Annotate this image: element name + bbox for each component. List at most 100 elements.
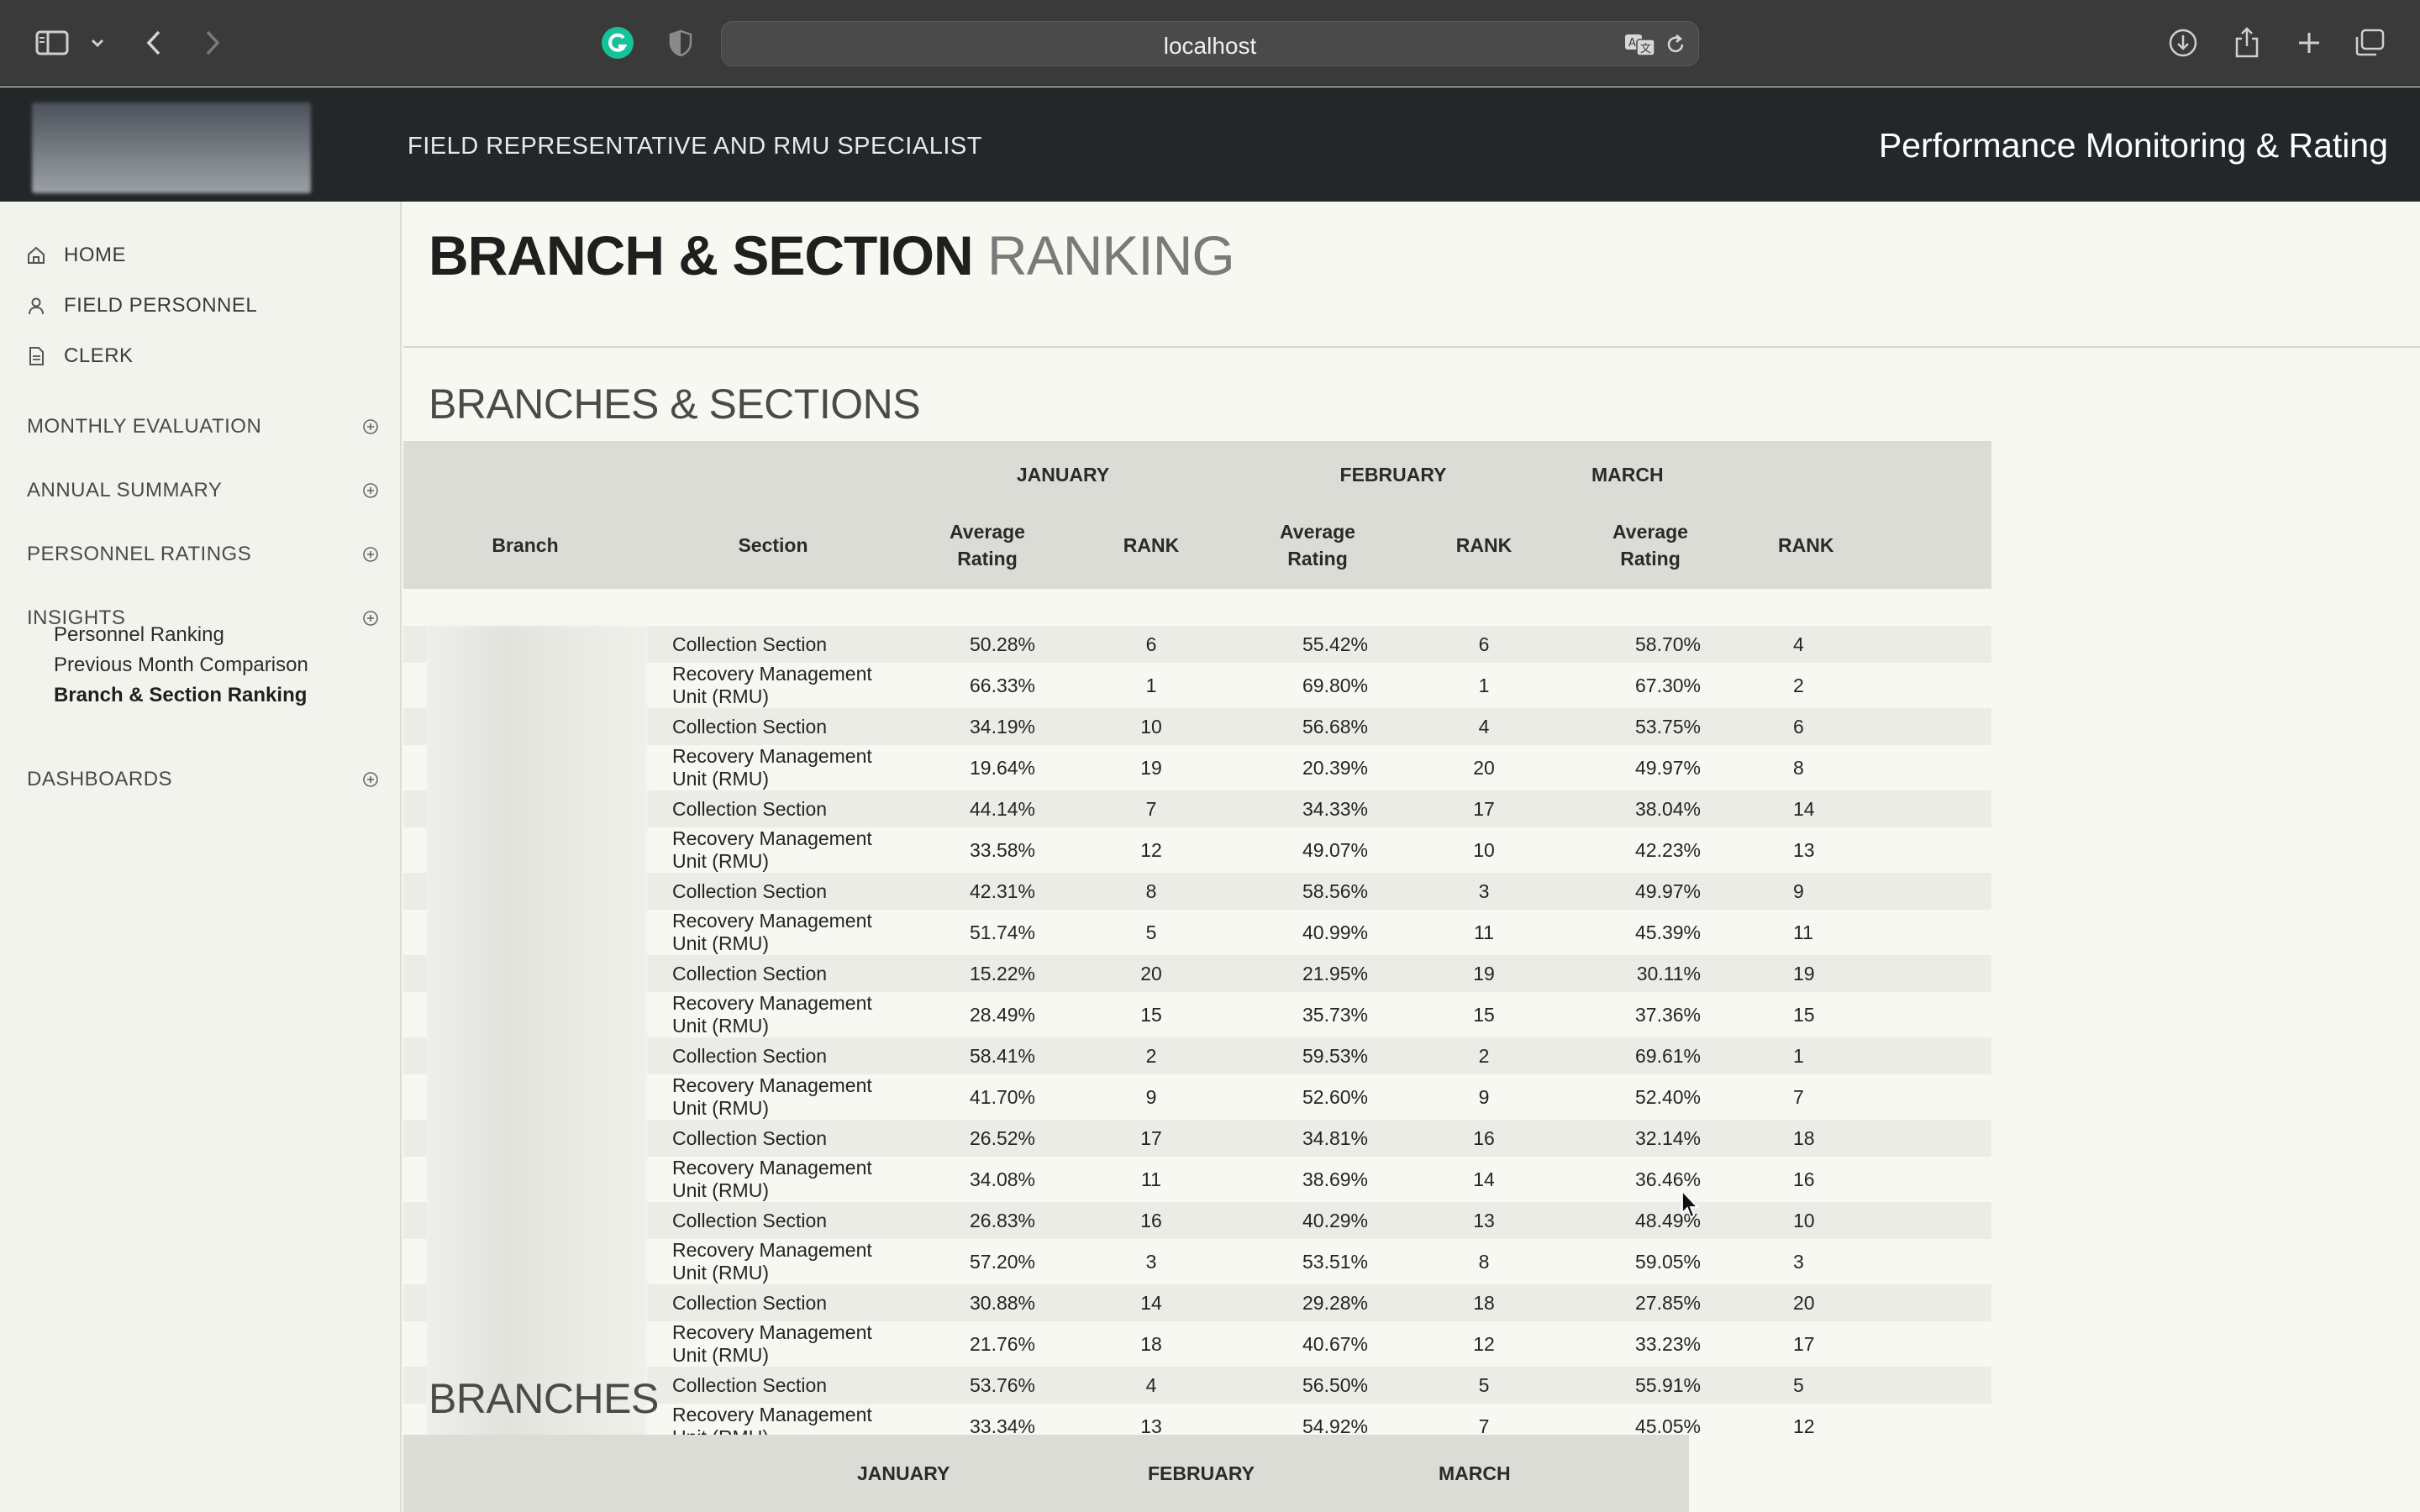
mar-average-cell: 45.39% — [1560, 910, 1741, 955]
sidebar-section-dashboards[interactable]: DASHBOARDS — [27, 763, 380, 796]
row-edge — [403, 663, 427, 708]
translate-icon[interactable]: A文 — [1624, 32, 1656, 57]
sidebar-item-branch-section-ranking[interactable]: Branch & Section Ranking — [54, 684, 307, 707]
section-cell: Collection Section — [647, 1120, 899, 1157]
row-edge — [403, 955, 427, 992]
feb-average-cell: 53.51% — [1227, 1239, 1408, 1284]
section-cell: Recovery Management Unit (RMU) — [647, 992, 899, 1037]
month-header-january: JANUARY — [899, 441, 1227, 501]
sidebar-toggle-icon[interactable] — [32, 25, 72, 60]
mouse-cursor — [1681, 1189, 1701, 1224]
expand-plus-icon[interactable] — [361, 417, 380, 436]
mar-rank-cell: 3 — [1741, 1239, 1991, 1284]
mar-rank-cell: 8 — [1741, 745, 1991, 790]
sidebar-item-previous-month-comparison[interactable]: Previous Month Comparison — [54, 654, 308, 677]
expand-plus-icon[interactable] — [361, 770, 380, 789]
jan-rank-cell: 14 — [1076, 1284, 1227, 1321]
feb-rank-cell: 3 — [1408, 873, 1560, 910]
jan-rank-cell: 20 — [1076, 955, 1227, 992]
feb-rank-cell: 20 — [1408, 745, 1560, 790]
jan-average-cell: 58.41% — [899, 1037, 1076, 1074]
jan-rank-cell: 10 — [1076, 708, 1227, 745]
back-icon[interactable] — [141, 25, 166, 60]
tab-overview-icon[interactable] — [2353, 25, 2386, 60]
month-header-january: JANUARY — [790, 1435, 1034, 1512]
row-edge — [403, 1367, 427, 1404]
reload-icon[interactable] — [1665, 34, 1686, 55]
expand-plus-icon[interactable] — [361, 481, 380, 500]
table-row: Collection Section 50.28% 6 55.42% 6 58.70% 4 — [403, 626, 1991, 1449]
mar-average-cell: 67.30% — [1560, 663, 1741, 708]
sidebar-section-annual-summary[interactable]: ANNUAL SUMMARY — [27, 474, 380, 507]
section-cell: Recovery Management Unit (RMU) — [647, 827, 899, 873]
mar-rank-cell: 10 — [1741, 1202, 1991, 1239]
feb-average-cell: 20.39% — [1227, 745, 1408, 790]
feb-average-cell: 29.28% — [1227, 1284, 1408, 1321]
jan-rank-cell: 19 — [1076, 745, 1227, 790]
branch-cell-redacted — [427, 626, 647, 1449]
page-title-light: RANKING — [987, 224, 1235, 286]
sidebar-item-label: CLERK — [64, 344, 134, 367]
sidebar-item-field-personnel[interactable]: FIELD PERSONNEL — [25, 289, 257, 323]
address-bar[interactable]: localhost A文 — [721, 21, 1699, 66]
mar-average-cell: 33.23% — [1560, 1321, 1741, 1367]
download-icon[interactable] — [2166, 25, 2200, 60]
jan-rank-cell: 7 — [1076, 790, 1227, 827]
expand-plus-icon[interactable] — [361, 609, 380, 627]
sidebar-item-clerk[interactable]: CLERK — [25, 339, 134, 373]
expand-plus-icon[interactable] — [361, 545, 380, 564]
row-edge — [403, 873, 427, 910]
row-edge — [403, 790, 427, 827]
mar-average-cell: 30.11% — [1560, 955, 1741, 992]
row-edge — [403, 1321, 427, 1367]
row-edge — [403, 1239, 427, 1284]
sidebar-item-home[interactable]: HOME — [25, 239, 126, 272]
section-cell: Recovery Management Unit (RMU) — [647, 1074, 899, 1120]
section-cell: Collection Section — [647, 626, 899, 663]
jan-rank-cell: 16 — [1076, 1202, 1227, 1239]
mar-average-cell: 42.23% — [1560, 827, 1741, 873]
sidebar-item-personnel-ranking[interactable]: Personnel Ranking — [54, 623, 224, 647]
row-edge — [403, 1074, 427, 1120]
feb-rank-cell: 9 — [1408, 1074, 1560, 1120]
section-heading-branches-sections: BRANCHES & SECTIONS — [429, 381, 921, 428]
jan-average-cell: 21.76% — [899, 1321, 1076, 1367]
mar-rank-cell: 18 — [1741, 1120, 1991, 1157]
sidebar-section-personnel-ratings[interactable]: PERSONNEL RATINGS — [27, 538, 380, 571]
jan-rank-cell: 3 — [1076, 1239, 1227, 1284]
feb-rank-cell: 13 — [1408, 1202, 1560, 1239]
jan-average-cell: 34.19% — [899, 708, 1076, 745]
row-edge — [403, 745, 427, 790]
row-edge — [403, 1120, 427, 1157]
header-subtitle: FIELD REPRESENTATIVE AND RMU SPECIALIST — [408, 133, 982, 160]
column-header-mar-average: Average Rating — [1560, 501, 1741, 589]
feb-rank-cell: 11 — [1408, 910, 1560, 955]
row-edge — [403, 626, 427, 663]
mar-average-cell: 49.97% — [1560, 873, 1741, 910]
mar-rank-cell: 13 — [1741, 827, 1991, 873]
jan-average-cell: 66.33% — [899, 663, 1076, 708]
mar-average-cell: 37.36% — [1560, 992, 1741, 1037]
forward-icon[interactable] — [200, 25, 225, 60]
mar-average-cell: 53.75% — [1560, 708, 1741, 745]
feb-rank-cell: 18 — [1408, 1284, 1560, 1321]
user-icon — [25, 295, 47, 317]
section-heading-branches: BRANCHES — [429, 1375, 659, 1422]
mar-rank-cell: 17 — [1741, 1321, 1991, 1367]
sidebar-section-monthly-evaluation[interactable]: MONTHLY EVALUATION — [27, 410, 380, 444]
feb-average-cell: 55.42% — [1227, 626, 1408, 663]
grammarly-extension-icon[interactable] — [600, 25, 635, 60]
feb-average-cell: 52.60% — [1227, 1074, 1408, 1120]
feb-rank-cell: 15 — [1408, 992, 1560, 1037]
url-text: localhost — [1163, 33, 1257, 59]
jan-rank-cell: 2 — [1076, 1037, 1227, 1074]
new-tab-icon[interactable] — [2292, 25, 2326, 60]
chevron-down-icon[interactable] — [87, 25, 108, 60]
feb-average-cell: 40.67% — [1227, 1321, 1408, 1367]
feb-rank-cell: 12 — [1408, 1321, 1560, 1367]
month-header-row: JANUARY FEBRUARY MARCH — [403, 441, 1991, 501]
mar-rank-cell: 12 — [1741, 1404, 1991, 1449]
share-icon[interactable] — [2230, 25, 2264, 60]
privacy-shield-icon[interactable] — [666, 25, 696, 60]
mar-rank-cell: 6 — [1741, 708, 1991, 745]
